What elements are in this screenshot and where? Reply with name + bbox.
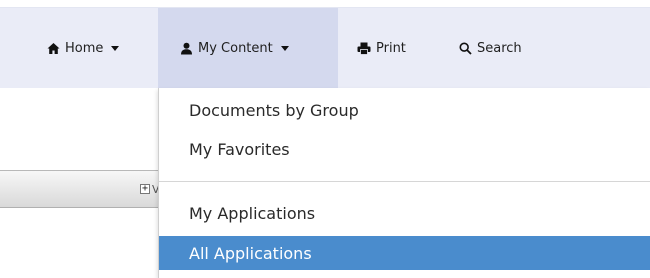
chevron-down-icon bbox=[280, 45, 289, 51]
my-content-dropdown: Documents by Group My Favorites My Appli… bbox=[158, 88, 650, 278]
nav-my-content-label: My Content bbox=[198, 40, 273, 56]
menu-item-my-applications[interactable]: My Applications bbox=[159, 197, 650, 229]
top-border bbox=[0, 0, 650, 8]
menu-divider bbox=[159, 181, 650, 182]
chevron-down-icon bbox=[111, 45, 120, 51]
nav-home[interactable]: Home bbox=[32, 8, 140, 88]
print-icon bbox=[357, 41, 371, 55]
menu-item-all-applications[interactable]: All Applications bbox=[159, 236, 650, 270]
menu-item-documents-by-group[interactable]: Documents by Group bbox=[159, 94, 650, 126]
panel-toolbar bbox=[0, 170, 160, 208]
home-icon bbox=[46, 41, 60, 55]
nav-print-label: Print bbox=[376, 40, 406, 56]
nav-search[interactable]: Search bbox=[442, 8, 562, 88]
main-navbar: Home My Content Print Search bbox=[0, 8, 650, 88]
menu-item-my-favorites[interactable]: My Favorites bbox=[159, 133, 650, 165]
nav-home-label: Home bbox=[65, 40, 104, 56]
nav-my-content[interactable]: My Content bbox=[158, 8, 338, 88]
nav-print[interactable]: Print bbox=[338, 8, 434, 88]
search-icon bbox=[458, 41, 472, 55]
nav-search-label: Search bbox=[477, 40, 522, 56]
user-icon bbox=[179, 41, 193, 55]
expand-toggle[interactable]: + bbox=[140, 184, 150, 194]
